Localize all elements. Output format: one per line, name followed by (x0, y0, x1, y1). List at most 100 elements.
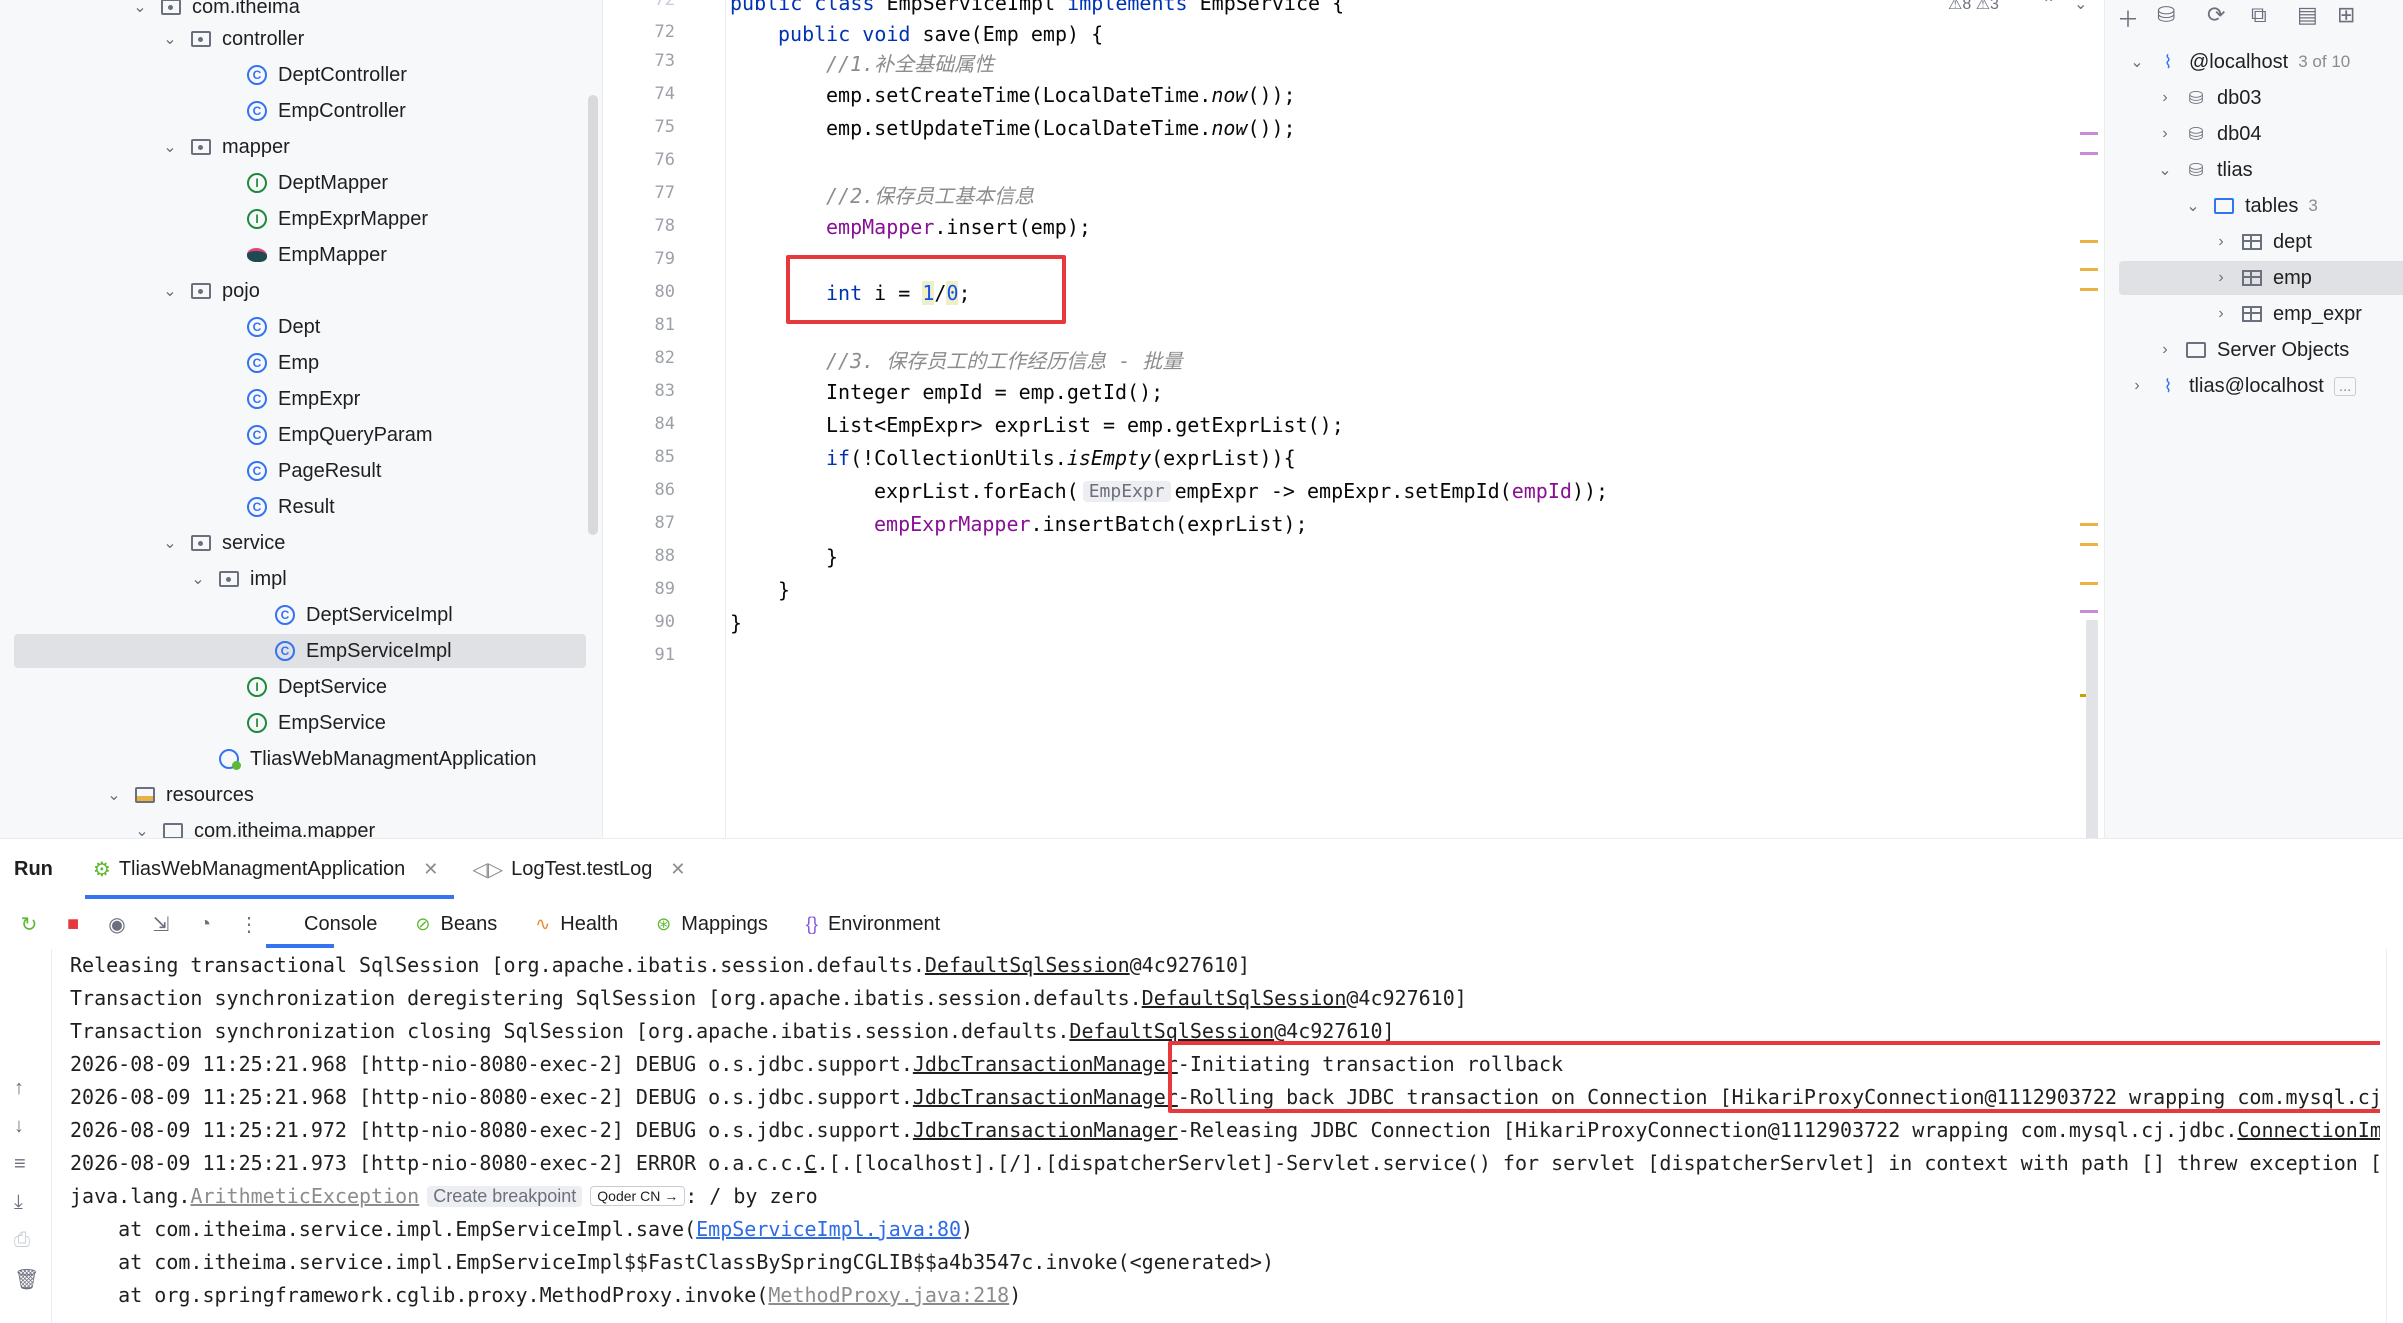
log-class-link[interactable]: DefaultSqlSession (925, 953, 1130, 977)
error-stripe-marker[interactable] (2080, 610, 2098, 613)
tree-item[interactable]: ⌄ com.itheima.mapper (134, 814, 375, 838)
log-class-link[interactable]: DefaultSqlSession (1069, 1019, 1274, 1043)
chevron-right-icon[interactable]: › (2157, 341, 2173, 359)
rerun-icon[interactable]: ↻ (14, 912, 44, 937)
tab-console[interactable]: Console (304, 913, 377, 936)
refresh-icon[interactable]: ⟳ (2207, 2, 2225, 28)
log-class-link[interactable]: JdbcTransactionManager (913, 1118, 1178, 1142)
log-class-link[interactable]: ConnectionImp (2237, 1118, 2380, 1142)
close-icon[interactable]: ✕ (423, 859, 438, 880)
error-stripe-marker[interactable] (2080, 132, 2098, 135)
profiler-icon[interactable]: ◔ (190, 913, 220, 936)
clear-all-icon[interactable]: 🗑 (14, 1267, 39, 1292)
log-class-link[interactable]: JdbcTransactionManager (913, 1085, 1178, 1109)
db-tree-item[interactable]: › emp (2213, 261, 2312, 295)
log-class-link[interactable]: C (805, 1151, 817, 1175)
jump-to-query-console-icon[interactable]: ⧉ (2251, 2, 2267, 28)
chevron-right-icon[interactable]: › (2129, 377, 2145, 395)
tree-item[interactable]: C PageResult (246, 454, 381, 488)
editor-scrollbar[interactable] (2086, 620, 2098, 838)
stacktrace-source-link[interactable]: EmpServiceImpl.java:80 (696, 1217, 961, 1241)
tree-item[interactable]: ⌄ impl (190, 562, 286, 596)
tree-item[interactable]: C Dept (246, 310, 320, 344)
chevron-down-icon[interactable]: ⌄ (2185, 196, 2201, 216)
error-stripe-marker[interactable] (2080, 543, 2098, 546)
warnings-indicator[interactable]: ⚠8 ⚠3 (1948, 0, 1999, 14)
scroll-up-icon[interactable]: ↑ (14, 1077, 24, 1100)
error-stripe-marker[interactable] (2080, 268, 2098, 271)
soft-wrap-icon[interactable]: ≡ (14, 1153, 26, 1176)
tree-item[interactable]: ⌄ mapper (162, 130, 290, 164)
db-tree-item[interactable]: › ⛁ db04 (2157, 117, 2261, 151)
chevron-up-icon[interactable]: ⌃ (2042, 0, 2055, 14)
console-output[interactable]: Releasing transactional SqlSession [org.… (70, 949, 2380, 1323)
console-icon[interactable]: ▤ (2297, 2, 2318, 28)
tree-item[interactable]: I EmpExprMapper (246, 202, 428, 236)
chevron-down-icon[interactable]: ⌄ (190, 569, 206, 589)
tree-item[interactable]: ⌄ service (162, 526, 285, 560)
qoder-cn-button[interactable]: Qoder CN → (590, 1186, 686, 1206)
exception-class-link[interactable]: ArithmeticException (190, 1184, 419, 1208)
tree-item[interactable]: I EmpService (246, 706, 386, 740)
chevron-right-icon[interactable]: › (2213, 269, 2229, 287)
close-icon[interactable]: ✕ (670, 859, 685, 880)
error-stripe-marker[interactable] (2080, 288, 2098, 291)
chevron-down-icon[interactable]: ⌄ (2074, 0, 2087, 14)
chevron-right-icon[interactable]: › (2157, 89, 2173, 107)
run-tab-logtest[interactable]: ◁▷ LogTest.testLog ✕ (472, 839, 685, 899)
chevron-down-icon[interactable]: ⌄ (106, 785, 122, 805)
tree-item[interactable]: C DeptController (246, 58, 407, 92)
datasource-properties-icon[interactable]: ⛁ (2157, 2, 2175, 28)
chevron-down-icon[interactable]: ⌄ (162, 137, 178, 157)
db-tree-item[interactable]: › ⌇ tlias@localhost... (2129, 369, 2357, 403)
tree-item[interactable]: ⌄ com.itheima (132, 0, 300, 24)
scroll-down-icon[interactable]: ↓ (14, 1115, 24, 1138)
tree-item[interactable]: TliasWebManagmentApplication (218, 742, 536, 776)
tree-item[interactable]: C Emp (246, 346, 319, 380)
camera-icon[interactable]: ◉ (102, 912, 132, 937)
tab-health[interactable]: ∿ Health (535, 913, 618, 936)
error-stripe-marker[interactable] (2080, 523, 2098, 526)
tree-item[interactable]: C DeptServiceImpl (274, 598, 453, 632)
error-stripe-marker[interactable] (2080, 582, 2098, 585)
db-item-badge[interactable]: ... (2333, 376, 2357, 396)
stacktrace-source-link[interactable]: MethodProxy.java:218 (768, 1283, 1009, 1307)
restore-layout-icon[interactable]: ⇲ (146, 912, 176, 937)
tree-item[interactable]: C EmpQueryParam (246, 418, 433, 452)
tree-item[interactable]: I DeptService (246, 670, 387, 704)
error-stripe-marker[interactable] (2080, 240, 2098, 243)
table-view-icon[interactable]: ⊞ (2337, 2, 2355, 28)
chevron-down-icon[interactable]: ⌄ (132, 0, 148, 17)
tree-item[interactable]: C Result (246, 490, 335, 524)
tree-item[interactable]: I DeptMapper (246, 166, 388, 200)
tab-environment[interactable]: {} Environment (806, 913, 940, 936)
chevron-down-icon[interactable]: ⌄ (162, 533, 178, 553)
print-icon[interactable]: ⎙ (14, 1229, 30, 1252)
tree-item[interactable]: ⌄ controller (162, 22, 304, 56)
tab-beans[interactable]: ⊘ Beans (415, 913, 497, 936)
tab-mappings[interactable]: ⊛ Mappings (656, 913, 768, 936)
db-tree-item[interactable]: › Server Objects (2157, 333, 2349, 367)
create-breakpoint-button[interactable]: Create breakpoint (427, 1185, 583, 1207)
chevron-right-icon[interactable]: › (2157, 125, 2173, 143)
tree-scrollbar[interactable] (588, 95, 598, 535)
log-class-link[interactable]: JdbcTransactionManager (913, 1052, 1178, 1076)
tree-item[interactable]: EmpMapper (246, 238, 387, 272)
db-tree-item[interactable]: › dept (2213, 225, 2312, 259)
add-icon[interactable]: ＋ (2117, 2, 2139, 34)
chevron-down-icon[interactable]: ⌄ (2157, 160, 2173, 180)
chevron-right-icon[interactable]: › (2213, 233, 2229, 251)
scroll-to-end-icon[interactable]: ⤓ (14, 1191, 23, 1214)
log-class-link[interactable]: DefaultSqlSession (1142, 986, 1347, 1010)
tree-item[interactable]: C EmpServiceImpl (274, 634, 452, 668)
db-tree-item[interactable]: ⌄ ⌇ @localhost 3 of 10 (2129, 45, 2350, 79)
stop-icon[interactable]: ■ (58, 913, 88, 936)
console-scrollbar[interactable] (2386, 949, 2403, 1323)
db-tree-item[interactable]: › emp_expr (2213, 297, 2362, 331)
chevron-down-icon[interactable]: ⌄ (134, 821, 150, 838)
error-stripe-marker[interactable] (2080, 152, 2098, 155)
chevron-down-icon[interactable]: ⌄ (2129, 52, 2145, 72)
chevron-down-icon[interactable]: ⌄ (162, 281, 178, 301)
db-tree-item[interactable]: ⌄ ⛁ tlias (2157, 153, 2252, 187)
tree-item[interactable]: C EmpExpr (246, 382, 360, 416)
